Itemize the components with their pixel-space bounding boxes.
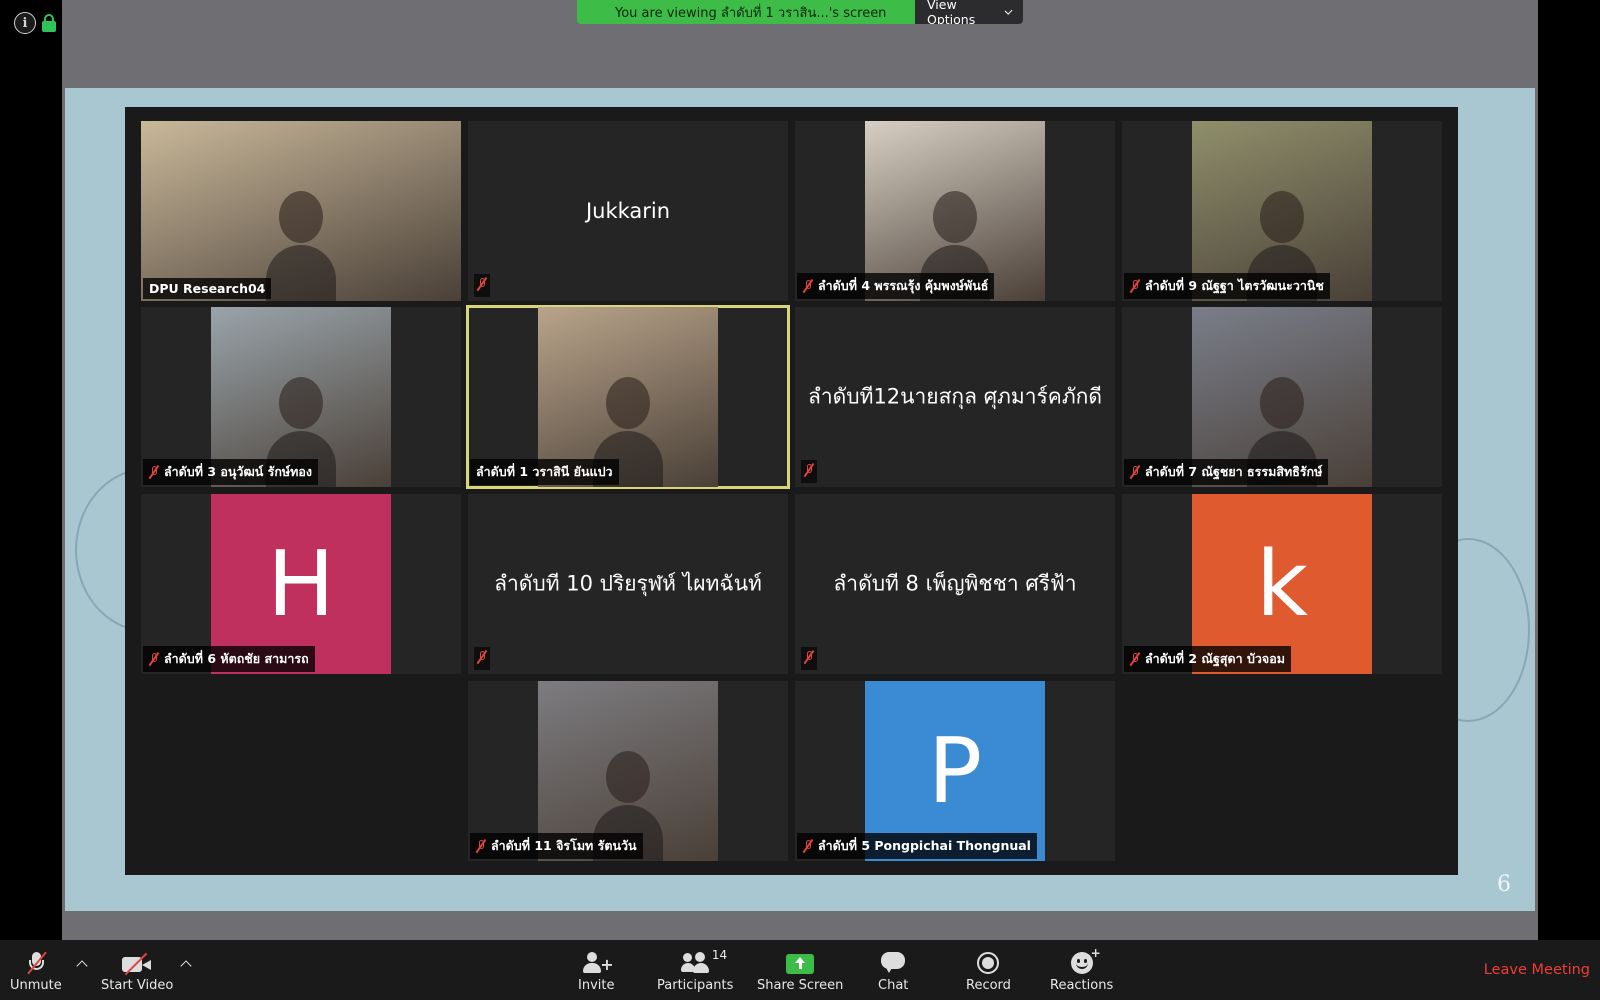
lock-icon[interactable] [42, 14, 56, 32]
participants-count: 14 [711, 948, 728, 962]
participant-tile[interactable]: k ลำดับที่ 2 ณัฐสุดา บัวจอม [1122, 494, 1442, 674]
reactions-label: Reactions [1050, 978, 1114, 993]
record-button[interactable]: Record [966, 948, 1011, 993]
start-video-button[interactable]: Start Video [101, 948, 173, 993]
participant-name: ลำดับที่ 5 Pongpichai Thongnual [818, 838, 1031, 853]
participant-tile[interactable]: ลำดับที 8 เพ็ญพิชชา ศรีฟ้า [795, 494, 1115, 674]
unmute-label: Unmute [10, 978, 62, 993]
participant-tile[interactable]: ลำดับที่ 11 จิรโมท รัตนวัน [468, 681, 788, 861]
mic-muted-icon [803, 463, 814, 477]
participant-name-label: ลำดับที่ 11 จิรโมท รัตนวัน [470, 833, 643, 859]
mic-muted-icon [1129, 651, 1140, 666]
participant-tile[interactable]: ลำดับที 10 ปริยรุฬห์ ไผทฉันท์ [468, 494, 788, 674]
info-icon[interactable]: i [14, 12, 36, 34]
participant-display-name: ลำดับที12นายสกุล ศุภมาร์คภักดี [807, 384, 1103, 409]
mic-muted-icon [803, 650, 814, 664]
top-left-icons: i [14, 12, 56, 34]
invite-button[interactable]: + Invite [578, 948, 614, 993]
smiley-icon: + [1070, 946, 1101, 974]
microphone-muted-icon [27, 951, 47, 975]
participant-name-label: ลำดับที่ 3 อนุวัฒน์ รักษ์ทอง [143, 459, 319, 485]
participant-tile[interactable]: DPU Research04 [141, 121, 461, 301]
participants-button[interactable]: 14 Participants [657, 948, 733, 993]
mic-muted-icon [148, 651, 159, 666]
participant-tile[interactable]: ลำดับที่ 9 ณัฐฐา ไตรวัฒนะวานิช [1122, 121, 1442, 301]
participants-icon: 14 [681, 948, 727, 974]
video-off-icon [122, 952, 152, 976]
participant-name: ลำดับที่ 9 ณัฐฐา ไตรวัฒนะวานิช [1145, 278, 1324, 293]
participant-tile[interactable]: ลำดับที่ 1 วราสินี ยันแปว [466, 305, 790, 489]
chat-button[interactable]: Chat [878, 948, 908, 993]
participant-tile[interactable]: H ลำดับที่ 6 หัตถชัย สามารถ [141, 494, 461, 674]
participant-name-label: ลำดับที่ 9 ณัฐฐา ไตรวัฒนะวานิช [1124, 273, 1330, 299]
participant-name-label: ลำดับที่ 5 Pongpichai Thongnual [797, 833, 1037, 859]
leave-meeting-button[interactable]: Leave Meeting [1484, 962, 1590, 978]
mic-muted-icon [475, 838, 486, 853]
participant-tile[interactable]: Jukkarin [468, 121, 788, 301]
participant-display-name: ลำดับที 10 ปริยรุฬห์ ไผทฉันท์ [494, 571, 762, 596]
record-icon [977, 952, 1000, 974]
participant-video [141, 121, 461, 301]
mic-muted-icon [1129, 464, 1140, 479]
person-silhouette-icon [266, 191, 336, 301]
start-video-label: Start Video [101, 978, 174, 993]
meeting-toolbar: Unmute Start Video + Invite 14 Participa… [0, 940, 1600, 1000]
reactions-button[interactable]: + Reactions [1050, 946, 1114, 993]
participant-name-label: ลำดับที่ 4 พรรณรุ้ง คุ้มพงษ์พันธ์ [797, 273, 995, 299]
participants-label: Participants [657, 978, 734, 993]
participant-tile[interactable]: ลำดับที่ 7 ณัฐชยา ธรรมสิทธิรักษ์ [1122, 307, 1442, 487]
participant-name-label: ลำดับที่ 2 ณัฐสุดา บัวจอม [1124, 646, 1292, 672]
record-label: Record [966, 978, 1011, 993]
chat-bubble-icon [881, 952, 906, 974]
participant-tile[interactable]: P ลำดับที่ 5 Pongpichai Thongnual [795, 681, 1115, 861]
participant-name: DPU Research04 [149, 281, 266, 296]
add-person-icon: + [583, 952, 614, 974]
participant-display-name: ลำดับที 8 เพ็ญพิชชา ศรีฟ้า [833, 571, 1077, 596]
mute-indicator [474, 647, 490, 670]
slide-page-number: 6 [1497, 872, 1511, 897]
mute-indicator [474, 274, 490, 297]
participant-name: ลำดับที่ 2 ณัฐสุดา บัวจอม [1145, 651, 1286, 666]
chevron-down-icon [1004, 6, 1013, 15]
view-options-button[interactable]: View Options [915, 0, 1023, 24]
mute-indicator [801, 647, 817, 670]
share-screen-button[interactable]: Share Screen [757, 948, 843, 993]
screen-share-banner: You are viewing ลำดับที่ 1 วราสิน...'s s… [577, 0, 1023, 24]
mic-muted-icon [802, 838, 813, 853]
unmute-button[interactable]: Unmute [10, 948, 62, 993]
participant-name: ลำดับที่ 3 อนุวัฒน์ รักษ์ทอง [164, 464, 313, 479]
video-options-caret-icon[interactable] [180, 960, 192, 972]
audio-options-caret-icon[interactable] [76, 960, 88, 972]
share-screen-label: Share Screen [757, 978, 844, 993]
participant-name: ลำดับที่ 1 วราสินี ยันแปว [476, 464, 613, 479]
mic-muted-icon [1129, 278, 1140, 293]
participant-name: ลำดับที่ 6 หัตถชัย สามารถ [164, 651, 309, 666]
mic-muted-icon [476, 650, 487, 664]
mic-muted-icon [148, 464, 159, 479]
chat-label: Chat [878, 978, 909, 993]
participant-tile[interactable]: ลำดับที่ 4 พรรณรุ้ง คุ้มพงษ์พันธ์ [795, 121, 1115, 301]
view-options-label: View Options [927, 0, 976, 24]
participant-name: ลำดับที่ 7 ณัฐชยา ธรรมสิทธิรักษ์ [1145, 464, 1323, 479]
mute-indicator [801, 460, 817, 483]
participant-tile[interactable]: ลำดับที่ 3 อนุวัฒน์ รักษ์ทอง [141, 307, 461, 487]
participant-name-label: ลำดับที่ 7 ณัฐชยา ธรรมสิทธิรักษ์ [1124, 459, 1329, 485]
participant-display-name: Jukkarin [585, 199, 671, 223]
mic-muted-icon [802, 278, 813, 293]
viewing-screen-text: You are viewing ลำดับที่ 1 วราสิน...'s s… [577, 0, 915, 24]
participant-name: ลำดับที่ 11 จิรโมท รัตนวัน [491, 838, 637, 853]
participant-name-label: ลำดับที่ 6 หัตถชัย สามารถ [143, 646, 315, 672]
gallery-view: DPU Research04 Jukkarin ลำดับที่ 4 พรรณรุ้… [125, 107, 1458, 875]
share-screen-icon [786, 954, 815, 974]
participant-name: ลำดับที่ 4 พรรณรุ้ง คุ้มพงษ์พันธ์ [818, 278, 989, 293]
participant-name-label: ลำดับที่ 1 วราสินี ยันแปว [470, 459, 619, 485]
mic-muted-icon [476, 277, 487, 291]
participant-name-label: DPU Research04 [143, 278, 272, 299]
participant-tile[interactable]: ลำดับที12นายสกุล ศุภมาร์คภักดี [795, 307, 1115, 487]
invite-label: Invite [578, 978, 615, 993]
